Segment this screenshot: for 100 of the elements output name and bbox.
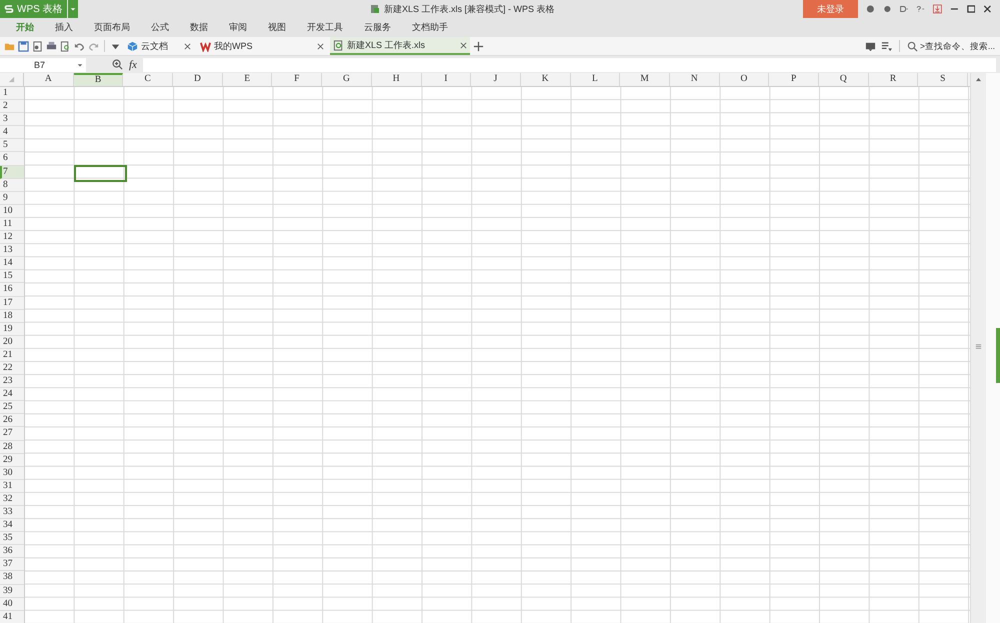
scroll-up-icon[interactable] <box>975 77 982 82</box>
row-header[interactable]: 33 <box>0 506 24 520</box>
row-header[interactable]: 26 <box>0 414 24 428</box>
row-header[interactable]: 3 <box>0 113 24 126</box>
column-header[interactable]: E <box>222 73 272 86</box>
row-header[interactable]: 16 <box>0 283 24 296</box>
document-icon[interactable] <box>32 40 43 52</box>
row-header[interactable]: 10 <box>0 204 24 218</box>
row-header[interactable]: 21 <box>0 348 24 362</box>
row-header[interactable]: 7 <box>0 166 24 179</box>
close-icon[interactable] <box>184 42 191 50</box>
row-header[interactable]: 1 <box>0 87 24 100</box>
menu-tab[interactable]: 公式 <box>151 21 169 34</box>
comment-icon[interactable] <box>865 40 876 52</box>
help-icon[interactable] <box>916 4 925 14</box>
column-header[interactable]: I <box>422 73 472 86</box>
menu-tab[interactable]: 文档助手 <box>412 21 448 34</box>
scroll-grip-icon[interactable] <box>975 343 982 350</box>
row-header[interactable]: 36 <box>0 545 24 558</box>
row-header[interactable]: 12 <box>0 231 24 244</box>
menu-tab[interactable]: 审阅 <box>229 21 247 34</box>
row-header[interactable]: 5 <box>0 139 24 152</box>
row-header[interactable]: 13 <box>0 244 24 258</box>
preview-icon[interactable] <box>60 40 71 52</box>
zoom-icon[interactable] <box>112 59 123 70</box>
row-header[interactable]: 35 <box>0 532 24 546</box>
close-icon[interactable] <box>460 42 467 48</box>
column-header[interactable]: F <box>272 73 322 86</box>
column-header[interactable]: Q <box>819 73 869 86</box>
row-header[interactable]: 4 <box>0 126 24 140</box>
row-header[interactable]: 41 <box>0 610 24 623</box>
row-header[interactable]: 39 <box>0 584 24 598</box>
menu-tab[interactable]: 视图 <box>268 21 286 34</box>
row-header[interactable]: 37 <box>0 558 24 572</box>
menu-tab[interactable]: 插入 <box>55 21 73 34</box>
row-header[interactable]: 14 <box>0 257 24 270</box>
document-tab[interactable]: 我的WPS <box>197 37 327 55</box>
side-panel-strip[interactable] <box>986 73 1000 623</box>
tab-label: 新建XLS 工作表.xls <box>347 38 426 52</box>
column-header[interactable]: N <box>670 73 720 86</box>
menu-tab[interactable]: 开发工具 <box>307 21 343 34</box>
close-icon[interactable] <box>983 4 992 14</box>
column-header[interactable]: H <box>372 73 422 86</box>
dropdown-arrow-icon <box>70 6 76 12</box>
cell-grid[interactable] <box>25 87 970 623</box>
row-header[interactable]: 17 <box>0 296 24 310</box>
print-icon[interactable] <box>46 40 57 52</box>
document-tab[interactable]: 新建XLS 工作表.xls <box>330 37 470 55</box>
document-tab[interactable]: 云文档 <box>124 37 194 55</box>
add-icon[interactable] <box>473 40 484 52</box>
formula-input-field[interactable] <box>142 58 996 72</box>
column-header[interactable]: O <box>720 73 770 86</box>
column-header[interactable]: C <box>123 73 174 86</box>
column-header[interactable]: G <box>322 73 372 86</box>
column-header[interactable]: B <box>74 73 124 86</box>
row-header[interactable]: 23 <box>0 375 24 388</box>
row-header[interactable]: 31 <box>0 480 24 493</box>
maximize-icon[interactable] <box>966 4 976 14</box>
row-header[interactable]: 22 <box>0 362 24 376</box>
row-header[interactable]: 24 <box>0 388 24 402</box>
tab-label: 我的WPS <box>214 40 253 52</box>
column-header[interactable]: S <box>918 73 968 86</box>
column-header[interactable]: L <box>570 73 620 86</box>
undo-icon[interactable] <box>74 40 85 52</box>
name-box[interactable]: B7 <box>0 58 86 72</box>
row-header[interactable]: 29 <box>0 454 24 467</box>
row-header[interactable]: 27 <box>0 427 24 441</box>
column-header[interactable]: J <box>471 73 521 86</box>
selected-cell[interactable] <box>74 164 128 182</box>
row-header[interactable]: 32 <box>0 492 24 506</box>
menu-tab[interactable]: 云服务 <box>364 21 391 34</box>
row-header[interactable]: 15 <box>0 270 24 284</box>
function-button[interactable]: fx <box>129 58 137 70</box>
row-header[interactable]: 9 <box>0 192 24 205</box>
row-header[interactable]: 25 <box>0 401 24 414</box>
row-header[interactable]: 28 <box>0 440 24 454</box>
column-header[interactable]: K <box>520 73 571 86</box>
row-header[interactable]: 11 <box>0 218 24 232</box>
command-search-field[interactable]: >查找命令、搜索... <box>907 40 996 52</box>
row-header[interactable]: 40 <box>0 598 24 611</box>
row-header[interactable]: 8 <box>0 178 24 192</box>
download-icon[interactable] <box>933 4 942 14</box>
row-header[interactable]: 38 <box>0 571 24 585</box>
vertical-scrollbar[interactable] <box>970 73 986 623</box>
row-header[interactable]: 2 <box>0 100 24 114</box>
row-header[interactable]: 34 <box>0 519 24 532</box>
menu-tab[interactable]: 页面布局 <box>94 21 130 34</box>
column-header[interactable]: R <box>868 73 918 86</box>
save-icon[interactable] <box>18 40 29 52</box>
row-header[interactable]: 19 <box>0 322 24 336</box>
row-header[interactable]: 18 <box>0 310 24 323</box>
row-header[interactable]: 30 <box>0 466 24 480</box>
column-header[interactable]: D <box>173 73 223 86</box>
column-header[interactable]: P <box>769 73 819 86</box>
app-menu-button[interactable]: WPS 表格 <box>0 0 67 18</box>
column-header[interactable]: M <box>620 73 670 86</box>
menu-tab[interactable]: 数据 <box>190 21 208 34</box>
list-icon[interactable] <box>881 40 892 52</box>
row-header[interactable]: 20 <box>0 336 24 349</box>
close-icon[interactable] <box>317 42 324 50</box>
